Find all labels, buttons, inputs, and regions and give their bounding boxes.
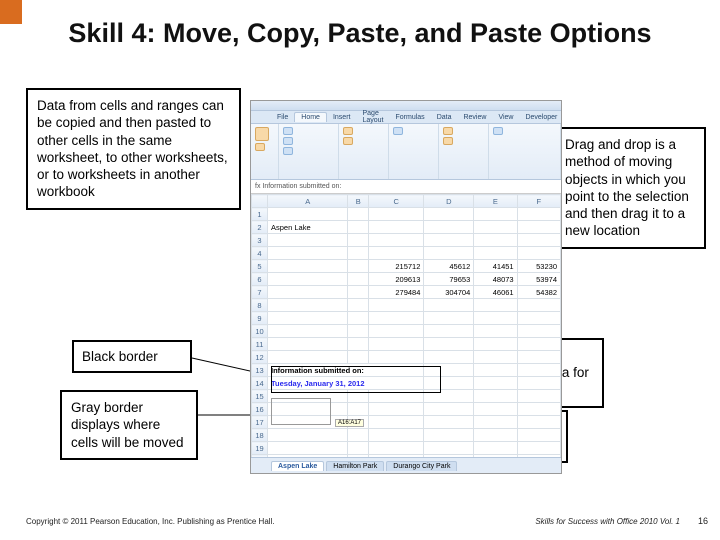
clipboard-icon[interactable] (255, 143, 265, 151)
align-icon[interactable] (343, 137, 353, 145)
ribbon-tab[interactable]: Developer (519, 113, 562, 122)
font-icon[interactable] (283, 147, 293, 155)
font-icon[interactable] (283, 127, 293, 135)
ribbon-tab[interactable]: Formulas (390, 113, 431, 122)
number-icon[interactable] (393, 127, 403, 135)
excel-titlebar (251, 101, 561, 111)
sheet-tab[interactable]: Aspen Lake (271, 461, 324, 471)
ribbon-tabs: File Home Insert Page Layout Formulas Da… (251, 111, 561, 124)
formula-bar-text: fx Information submitted on: (255, 183, 341, 190)
styles-icon[interactable] (443, 137, 453, 145)
ribbon-tab[interactable]: Data (431, 113, 458, 122)
page-number: 16 (698, 516, 708, 526)
paste-icon[interactable] (255, 127, 269, 141)
cells-icon[interactable] (493, 127, 503, 135)
ribbon (251, 124, 561, 180)
sheet-tab[interactable]: Durango City Park (386, 461, 457, 471)
sheet-tab[interactable]: Hamilton Park (326, 461, 384, 471)
styles-icon[interactable] (443, 127, 453, 135)
ribbon-tab[interactable]: Review (457, 113, 492, 122)
screentip: A16:A17 (335, 419, 364, 427)
ribbon-tab[interactable]: File (271, 113, 294, 122)
ribbon-tab[interactable]: Home (294, 112, 327, 122)
ribbon-tab[interactable]: Page Layout (356, 109, 389, 125)
align-icon[interactable] (343, 127, 353, 135)
footer-copyright: Copyright © 2011 Pearson Education, Inc.… (26, 517, 275, 526)
spreadsheet-grid[interactable]: ABCDEF12Aspen Lake3452157124561241451532… (251, 194, 561, 468)
excel-screenshot: File Home Insert Page Layout Formulas Da… (250, 100, 562, 474)
footer-book-title: Skills for Success with Office 2010 Vol.… (535, 517, 680, 526)
formula-bar[interactable]: fx Information submitted on: (251, 180, 561, 194)
sheet-tabs: Aspen Lake Hamilton Park Durango City Pa… (251, 457, 561, 473)
ribbon-tab[interactable]: View (492, 113, 519, 122)
font-icon[interactable] (283, 137, 293, 145)
ribbon-tab[interactable]: Insert (327, 113, 357, 122)
